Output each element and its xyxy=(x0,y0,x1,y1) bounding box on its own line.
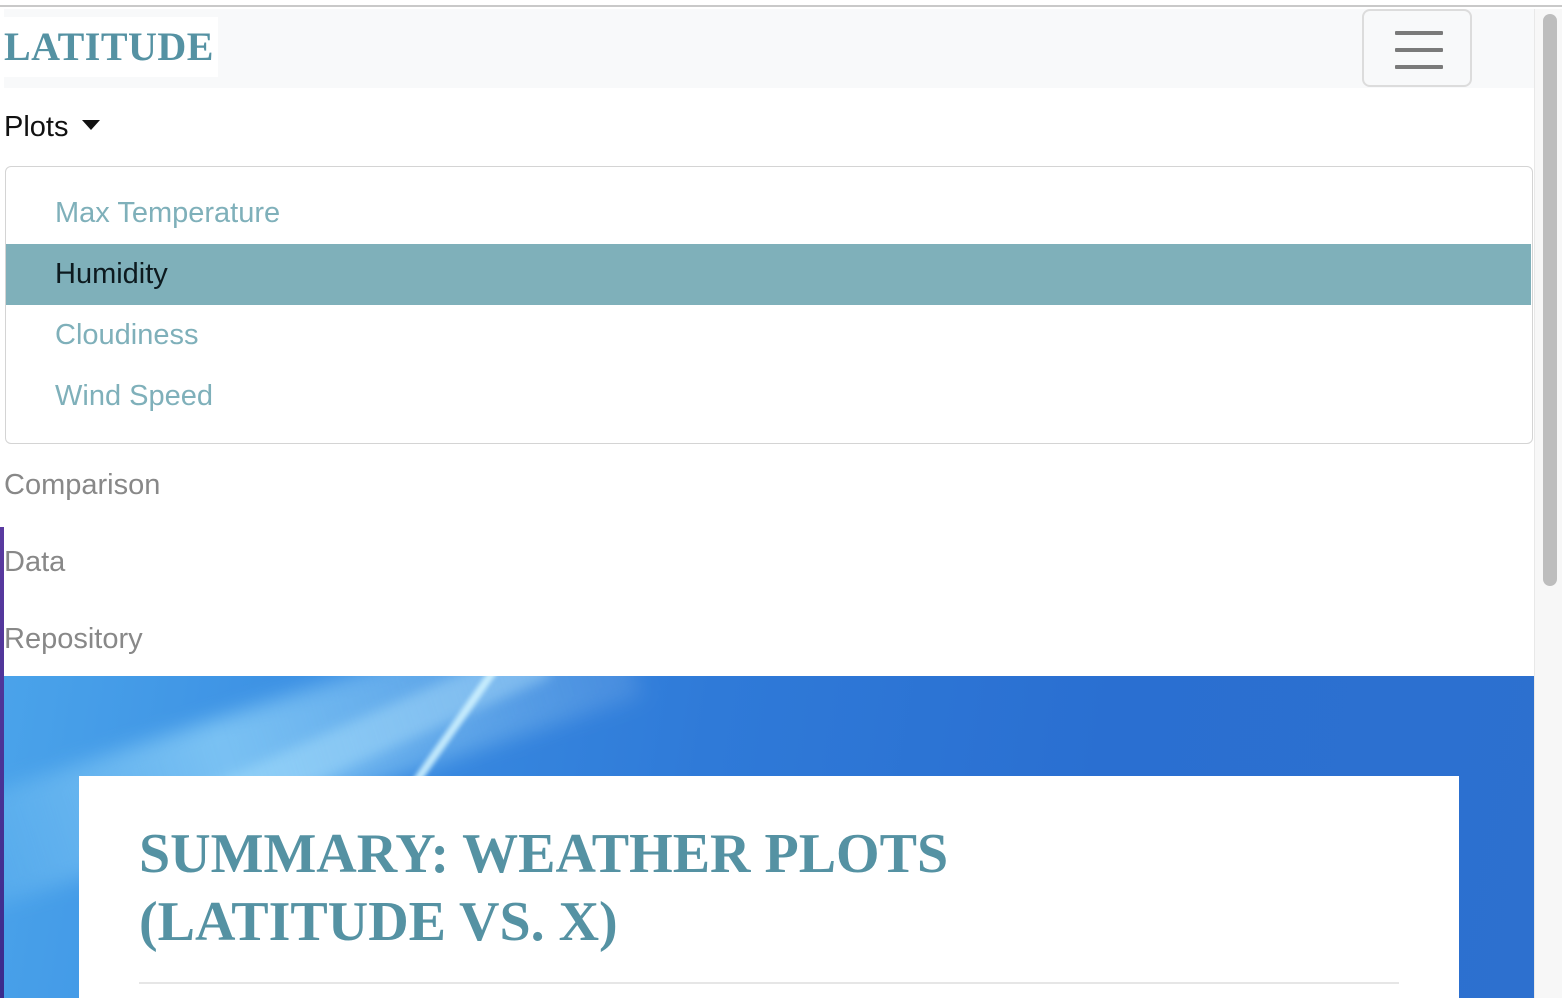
scrollbar-thumb[interactable] xyxy=(1543,14,1557,586)
summary-title: SUMMARY: WEATHER PLOTS (LATITUDE VS. X) xyxy=(139,820,1339,956)
summary-card: SUMMARY: WEATHER PLOTS (LATITUDE VS. X) xyxy=(79,776,1459,998)
plots-dropdown-toggle[interactable]: Plots xyxy=(4,105,101,149)
dropdown-item-cloudiness[interactable]: Cloudiness xyxy=(6,305,1531,366)
brand-logo[interactable]: LATITUDE xyxy=(4,17,218,77)
navbar: LATITUDE xyxy=(4,9,1534,88)
dropdown-item-humidity[interactable]: Humidity xyxy=(6,244,1531,305)
summary-title-line2: (LATITUDE VS. X) xyxy=(139,891,618,953)
dropdown-item-wind-speed[interactable]: Wind Speed xyxy=(6,366,1531,427)
dropdown-item-max-temperature[interactable]: Max Temperature xyxy=(6,183,1531,244)
plots-dropdown-menu: Max Temperature Humidity Cloudiness Wind… xyxy=(5,166,1533,444)
window-top-border xyxy=(0,0,1562,7)
caret-down-icon xyxy=(82,120,101,130)
summary-divider xyxy=(139,982,1399,984)
navbar-toggler-button[interactable] xyxy=(1362,9,1472,87)
vertical-scrollbar[interactable] xyxy=(1534,9,1562,998)
nav-link-comparison[interactable]: Comparison xyxy=(4,463,160,507)
plots-label: Plots xyxy=(4,111,69,143)
nav-link-data[interactable]: Data xyxy=(4,540,65,584)
summary-title-line1: SUMMARY: WEATHER PLOTS xyxy=(139,823,949,885)
nav-link-repository[interactable]: Repository xyxy=(4,617,143,661)
page: LATITUDE Plots Max Temperature Humidity … xyxy=(4,9,1534,998)
